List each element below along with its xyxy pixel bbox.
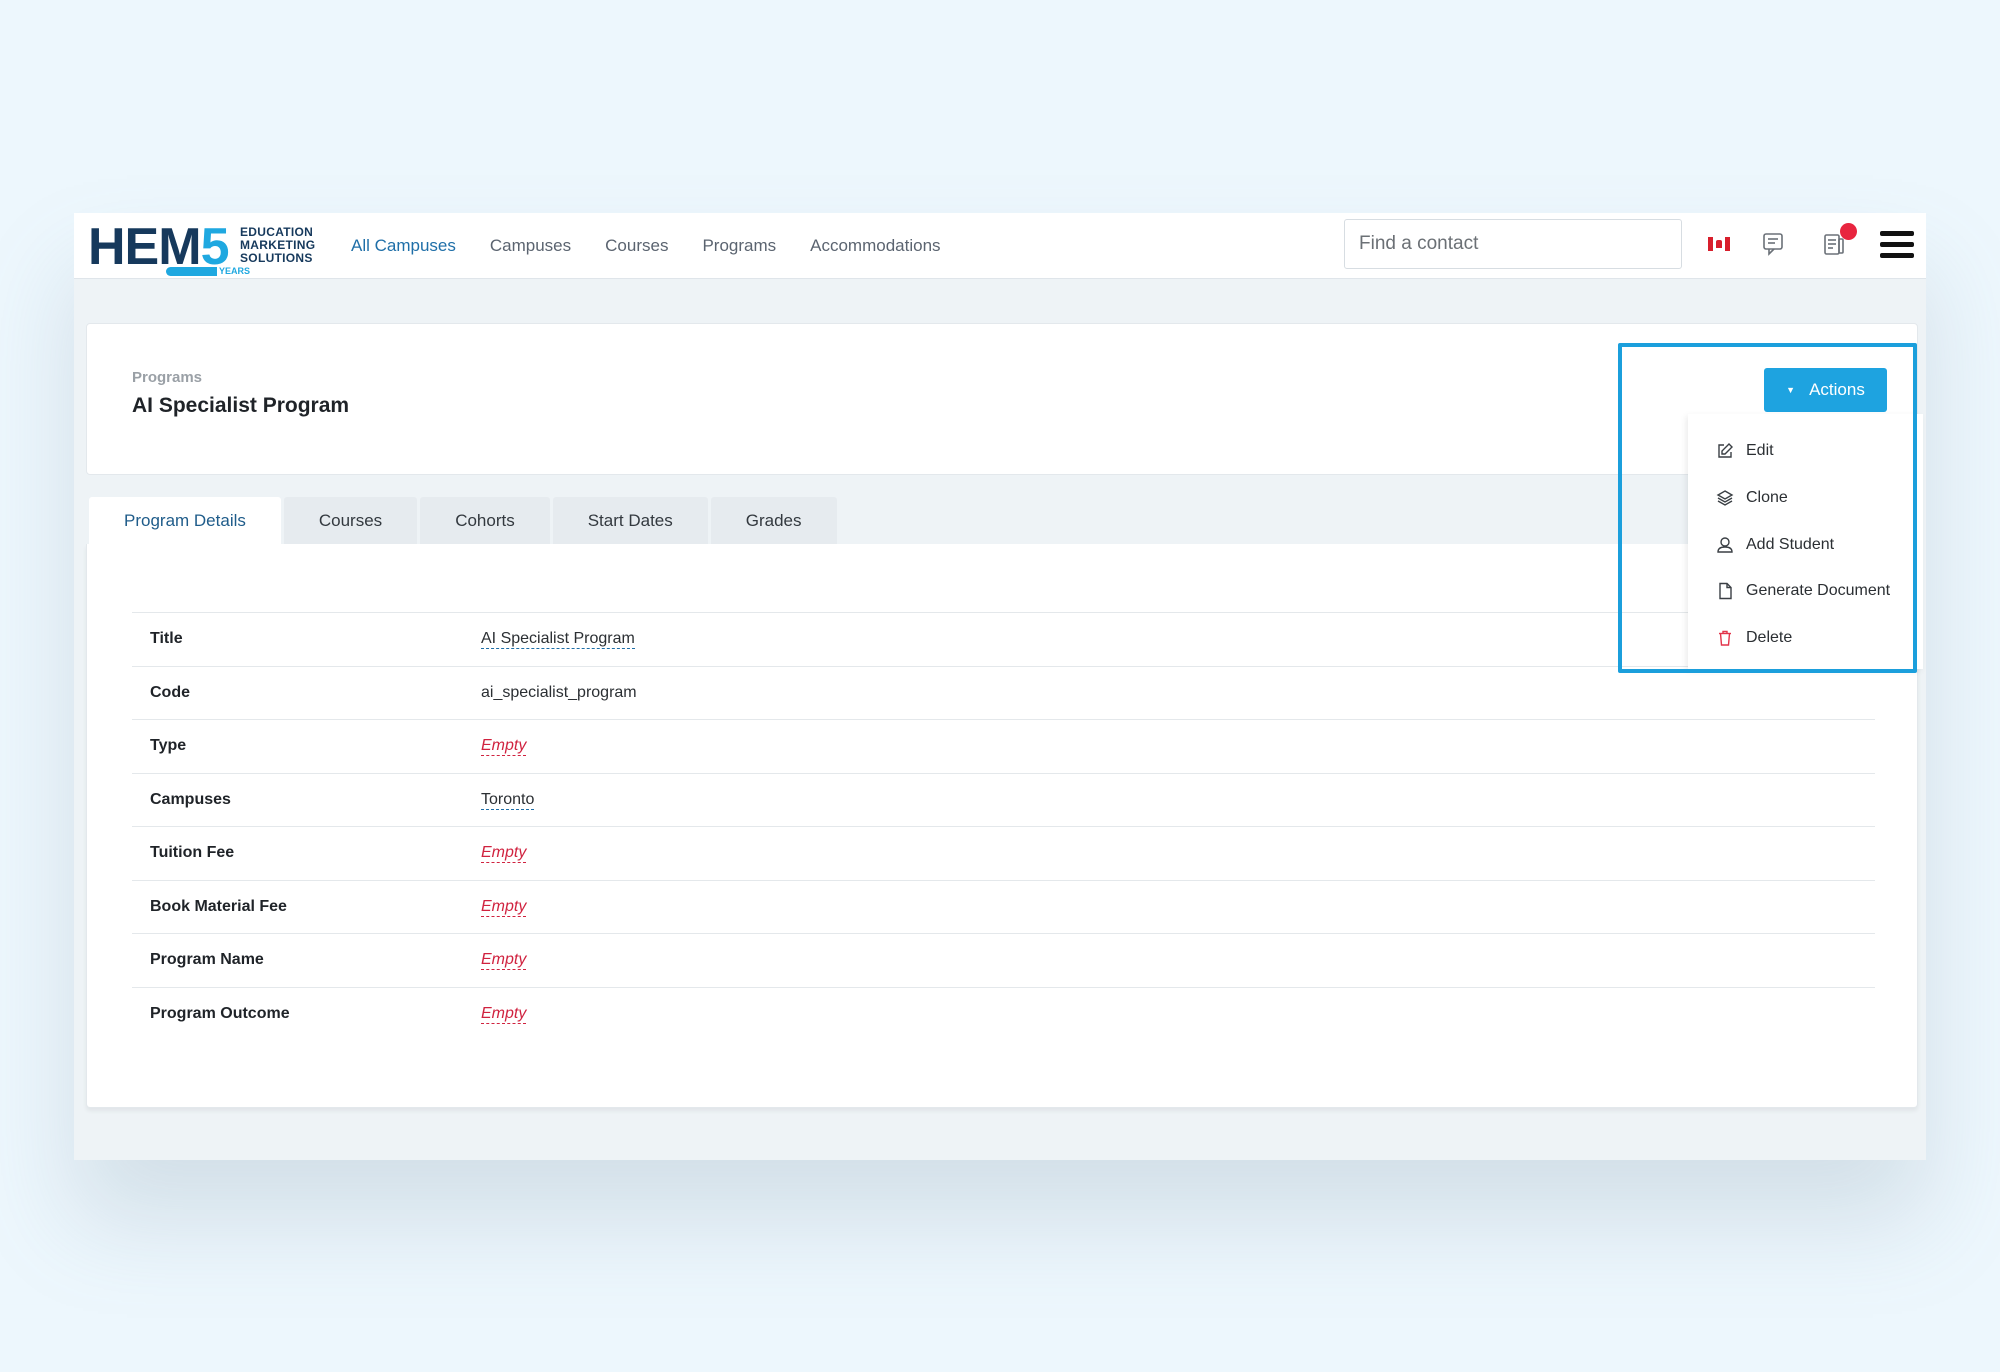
field-value-title[interactable]: AI Specialist Program bbox=[481, 630, 635, 650]
page-title: AI Specialist Program bbox=[132, 394, 350, 417]
program-details-table: Title AI Specialist Program Code ai_spec… bbox=[132, 612, 1875, 1041]
tab-courses[interactable]: Courses bbox=[283, 497, 418, 544]
field-label: Campuses bbox=[150, 790, 231, 808]
menu-item-label: Edit bbox=[1746, 442, 1774, 459]
menu-item-label: Generate Document bbox=[1746, 582, 1891, 599]
main-nav: All Campuses Campuses Courses Programs A… bbox=[351, 213, 975, 279]
notification-badge bbox=[1840, 223, 1857, 240]
document-icon bbox=[1719, 582, 1732, 600]
menu-item-label: Delete bbox=[1746, 629, 1793, 646]
nav-item-courses[interactable]: Courses bbox=[605, 236, 668, 256]
table-row: Type Empty bbox=[132, 719, 1875, 774]
menu-item-label: Add Student bbox=[1746, 536, 1835, 553]
actions-label: Actions bbox=[1809, 380, 1865, 399]
field-value-code: ai_specialist_program bbox=[481, 683, 637, 701]
canada-flag-icon[interactable] bbox=[1708, 237, 1730, 251]
field-value-campuses[interactable]: Toronto bbox=[481, 790, 535, 810]
menu-item-clone[interactable]: Clone bbox=[1688, 478, 1923, 518]
program-details-panel: Title AI Specialist Program Code ai_spec… bbox=[86, 544, 1918, 1108]
logo-words: EDUCATION MARKETING SOLUTIONS bbox=[240, 225, 316, 265]
hem5-logo[interactable]: HEM5 EDUCATION MARKETING SOLUTIONS YEARS bbox=[88, 219, 318, 276]
user-icon bbox=[1717, 537, 1733, 553]
actions-button[interactable]: ▼ Actions bbox=[1764, 368, 1887, 412]
program-header-card: Programs AI Specialist Program ▼ Actions bbox=[86, 323, 1918, 475]
logo-years-bar: YEARS bbox=[166, 267, 252, 276]
field-value-program-name[interactable]: Empty bbox=[481, 951, 527, 971]
table-row: Title AI Specialist Program bbox=[132, 612, 1875, 667]
field-label: Book Material Fee bbox=[150, 897, 287, 915]
table-row: Campuses Toronto bbox=[132, 773, 1875, 827]
breadcrumb[interactable]: Programs bbox=[132, 369, 202, 386]
menu-item-generate-document[interactable]: Generate Document bbox=[1688, 571, 1923, 611]
edit-icon bbox=[1718, 443, 1733, 458]
field-value-book-material-fee[interactable]: Empty bbox=[481, 897, 527, 917]
menu-item-edit[interactable]: Edit bbox=[1688, 431, 1923, 471]
nav-item-programs[interactable]: Programs bbox=[702, 236, 776, 256]
hamburger-menu-icon[interactable] bbox=[1880, 231, 1914, 261]
field-label: Code bbox=[150, 683, 190, 701]
find-contact-input[interactable] bbox=[1344, 219, 1682, 269]
tab-cohorts[interactable]: Cohorts bbox=[420, 497, 550, 544]
field-value-type[interactable]: Empty bbox=[481, 737, 527, 757]
app-window: HEM5 EDUCATION MARKETING SOLUTIONS YEARS… bbox=[74, 213, 1926, 1160]
field-label: Title bbox=[150, 630, 183, 648]
table-row: Program Outcome Empty bbox=[132, 987, 1875, 1041]
nav-item-accommodations[interactable]: Accommodations bbox=[810, 236, 940, 256]
field-label: Program Outcome bbox=[150, 1005, 290, 1022]
field-label: Type bbox=[150, 737, 187, 755]
tab-grades[interactable]: Grades bbox=[710, 497, 837, 544]
actions-dropdown-menu: Edit Clone Add Student Generate Document… bbox=[1688, 414, 1923, 669]
chat-icon[interactable] bbox=[1758, 229, 1788, 259]
tab-start-dates[interactable]: Start Dates bbox=[552, 497, 708, 544]
nav-item-campuses[interactable]: Campuses bbox=[490, 236, 571, 256]
caret-down-icon: ▼ bbox=[1786, 385, 1796, 395]
field-value-tuition-fee[interactable]: Empty bbox=[481, 844, 527, 864]
field-value-program-outcome[interactable]: Empty bbox=[481, 1005, 527, 1024]
field-label: Program Name bbox=[150, 951, 264, 969]
layers-icon bbox=[1716, 490, 1734, 506]
table-row: Code ai_specialist_program bbox=[132, 666, 1875, 720]
tab-program-details[interactable]: Program Details bbox=[89, 497, 281, 544]
program-tabs: Program Details Courses Cohorts Start Da… bbox=[89, 497, 840, 544]
menu-item-label: Clone bbox=[1746, 489, 1788, 506]
table-row: Program Name Empty bbox=[132, 933, 1875, 988]
table-row: Tuition Fee Empty bbox=[132, 826, 1875, 881]
table-row: Book Material Fee Empty bbox=[132, 880, 1875, 934]
top-navigation-bar: HEM5 EDUCATION MARKETING SOLUTIONS YEARS… bbox=[74, 213, 1926, 279]
nav-item-all-campuses[interactable]: All Campuses bbox=[351, 236, 456, 256]
field-label: Tuition Fee bbox=[150, 844, 235, 862]
trash-icon bbox=[1719, 630, 1731, 646]
menu-item-add-student[interactable]: Add Student bbox=[1688, 525, 1923, 565]
menu-item-delete[interactable]: Delete bbox=[1688, 618, 1923, 658]
